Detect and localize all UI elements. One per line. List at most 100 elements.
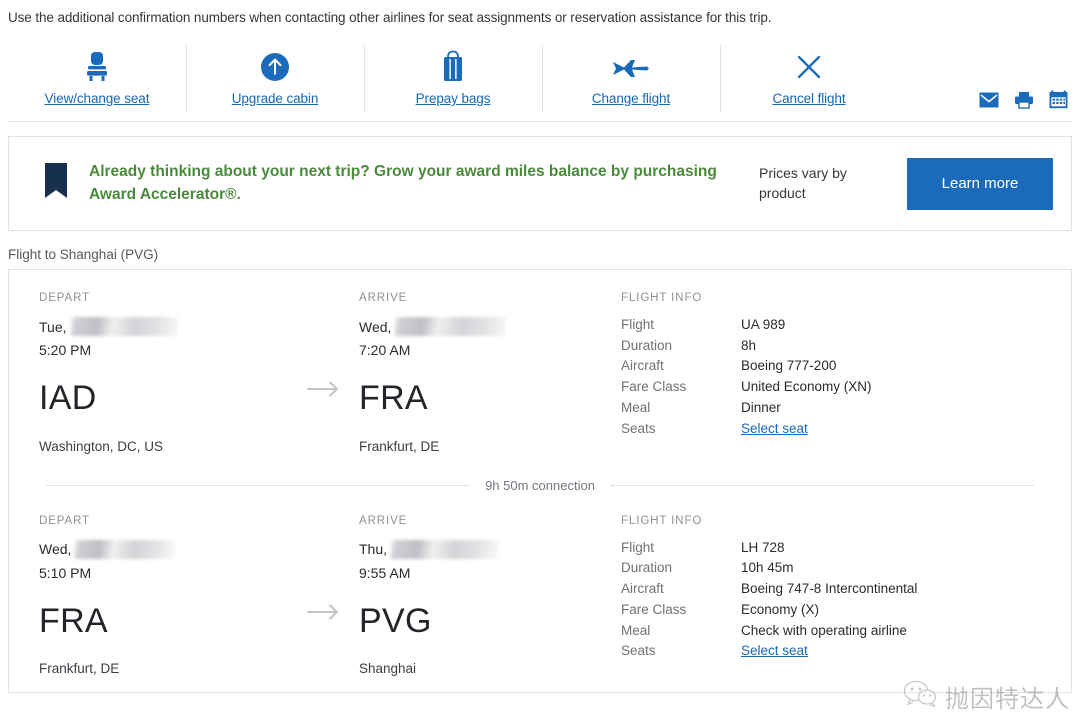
- depart-airport-code: FRA: [39, 601, 108, 640]
- info-label: Duration: [621, 560, 673, 576]
- action-change-flight[interactable]: Change flight: [542, 43, 720, 115]
- print-icon[interactable]: [1014, 91, 1034, 109]
- depart-day: Wed,: [39, 541, 72, 558]
- arrive-date: Thu,: [359, 539, 609, 559]
- connection-duration: 9h 50m connection: [485, 477, 595, 493]
- bookmark-icon: [43, 162, 69, 205]
- redacted-date: [69, 317, 178, 336]
- flight-info-header: FLIGHT INFO: [621, 292, 703, 304]
- select-seat-link[interactable]: Select seat: [741, 419, 808, 440]
- info-value: UA 989: [741, 317, 786, 332]
- segment-arrow: [289, 292, 359, 403]
- depart-header: DEPART: [39, 514, 90, 527]
- info-value: Boeing 747-8 Intercontinental: [741, 581, 918, 597]
- info-label: Meal: [621, 399, 651, 415]
- arrow-right-icon: [307, 380, 341, 403]
- confirmation-notice: Use the additional confirmation numbers …: [8, 10, 772, 25]
- action-label: Change flight: [591, 91, 671, 106]
- info-label: Meal: [621, 622, 651, 638]
- arrive-header: ARRIVE: [359, 514, 408, 527]
- info-row: Seats Select seat: [621, 419, 1041, 440]
- info-row: Fare Class United Economy (XN): [621, 377, 1041, 398]
- segment-flight-info: FLIGHT INFO Flight LH 728 Duration 10h 4…: [609, 515, 1041, 662]
- info-label: Seats: [621, 420, 656, 436]
- email-icon[interactable]: [979, 92, 999, 108]
- toolbar-divider: [8, 121, 1072, 122]
- segment-flight-info: FLIGHT INFO Flight UA 989 Duration 8h Ai…: [609, 292, 1041, 439]
- connection-divider: 9h 50m connection: [47, 477, 1034, 493]
- info-value: Check with operating airline: [741, 622, 907, 638]
- calendar-icon[interactable]: [1049, 90, 1068, 109]
- action-label: Cancel flight: [772, 91, 846, 106]
- flight-info-header: FLIGHT INFO: [621, 514, 703, 527]
- promo-price-note: Prices vary by product: [759, 164, 847, 201]
- redacted-date: [390, 539, 499, 559]
- action-cancel-flight[interactable]: Cancel flight: [720, 43, 898, 115]
- redacted-date: [394, 317, 507, 336]
- flight-section-title: Flight to Shanghai (PVG): [8, 247, 159, 262]
- depart-time: 5:10 PM: [39, 564, 92, 581]
- info-row: Fare Class Economy (X): [621, 600, 1041, 621]
- depart-date: Tue,: [39, 317, 289, 336]
- depart-header: DEPART: [39, 292, 90, 304]
- info-row: Meal Dinner: [621, 398, 1041, 419]
- arrow-right-icon: [307, 603, 341, 626]
- flight-segment: DEPART Tue, 5:20 PM IAD Washington, DC, …: [39, 292, 1041, 454]
- arrow-up-circle-icon: [258, 47, 292, 87]
- segment-depart: DEPART Tue, 5:20 PM IAD Washington, DC, …: [39, 292, 289, 454]
- redacted-date: [74, 539, 175, 559]
- learn-more-button[interactable]: Learn more: [907, 157, 1053, 210]
- arrive-header: ARRIVE: [359, 292, 408, 304]
- depart-airport-code: IAD: [39, 379, 97, 417]
- info-label: Aircraft: [621, 358, 664, 374]
- select-seat-link[interactable]: Select seat: [741, 641, 808, 662]
- action-label: View/change seat: [44, 91, 150, 106]
- divider-line-left: [47, 484, 470, 486]
- info-row: Duration 8h: [621, 336, 1041, 357]
- arrive-time: 7:20 AM: [359, 342, 411, 358]
- depart-date: Wed,: [39, 539, 289, 559]
- flight-segment: DEPART Wed, 5:10 PM FRA Frankfurt, DE AR…: [39, 515, 1041, 677]
- action-toolbar: View/change seat Upgrade cabin Prepay ba…: [8, 43, 1072, 115]
- seat-icon: [79, 47, 115, 87]
- info-label: Duration: [621, 337, 673, 353]
- segment-arrow: [289, 515, 359, 626]
- info-row: Seats Select seat: [621, 641, 1041, 662]
- info-row: Aircraft Boeing 777-200: [621, 356, 1041, 377]
- depart-city: Frankfurt, DE: [39, 661, 120, 677]
- depart-time: 5:20 PM: [39, 342, 92, 358]
- depart-day: Tue,: [39, 318, 67, 335]
- divider-line-right: [610, 484, 1034, 486]
- depart-city: Washington, DC, US: [39, 438, 164, 454]
- info-label: Fare Class: [621, 379, 687, 395]
- info-value: 10h 45m: [741, 560, 794, 576]
- info-value: United Economy (XN): [741, 379, 872, 395]
- segment-depart: DEPART Wed, 5:10 PM FRA Frankfurt, DE: [39, 514, 289, 677]
- arrive-day: Thu,: [359, 541, 388, 558]
- action-upgrade-cabin[interactable]: Upgrade cabin: [186, 43, 364, 115]
- info-label: Seats: [621, 643, 656, 659]
- info-label: Flight: [621, 539, 655, 555]
- info-label: Fare Class: [621, 601, 687, 617]
- arrive-airport-code: PVG: [359, 601, 432, 640]
- info-row: Duration 10h 45m: [621, 558, 1041, 579]
- info-label: Aircraft: [621, 581, 664, 597]
- info-label: Flight: [621, 317, 655, 332]
- arrive-date: Wed,: [359, 317, 609, 336]
- info-value: 8h: [741, 337, 757, 353]
- action-label: Upgrade cabin: [231, 91, 319, 106]
- info-row: Flight UA 989: [621, 315, 1041, 336]
- action-label: Prepay bags: [415, 91, 491, 106]
- arrive-city: Frankfurt, DE: [359, 438, 440, 454]
- info-value: Economy (X): [741, 601, 820, 617]
- suitcase-icon: [436, 47, 470, 87]
- info-value: Dinner: [741, 399, 781, 415]
- action-prepay-bags[interactable]: Prepay bags: [364, 43, 542, 115]
- info-row: Aircraft Boeing 747-8 Intercontinental: [621, 579, 1041, 600]
- info-row: Flight LH 728: [621, 538, 1041, 559]
- arrive-time: 9:55 AM: [359, 564, 411, 581]
- utility-icons: [979, 90, 1068, 109]
- arrive-day: Wed,: [359, 318, 392, 335]
- promo-headline: Already thinking about your next trip? G…: [89, 163, 717, 203]
- action-view-change-seat[interactable]: View/change seat: [8, 43, 186, 115]
